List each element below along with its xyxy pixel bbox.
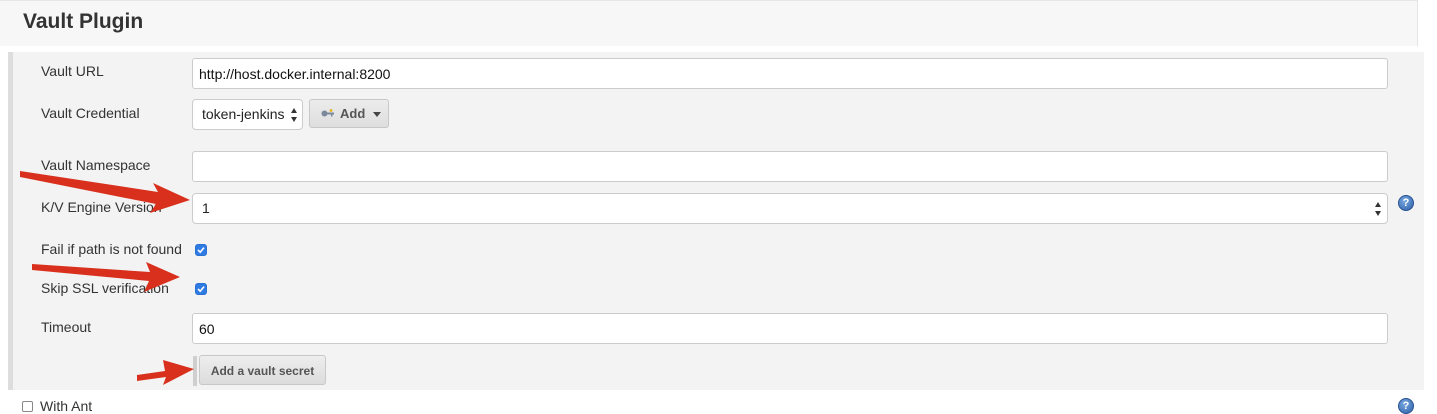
vault-namespace-input[interactable] (192, 151, 1388, 182)
vault-credential-selected: token-jenkins (202, 106, 285, 122)
add-credential-button[interactable]: Add (309, 99, 389, 128)
fail-if-not-found-checkbox[interactable] (195, 244, 207, 256)
skip-ssl-checkbox[interactable] (195, 283, 207, 295)
section-header: Vault Plugin (0, 0, 1418, 46)
section-title: Vault Plugin (23, 10, 144, 33)
check-icon (197, 247, 205, 254)
drag-handle (193, 356, 197, 386)
kv-engine-version-selected: 1 (202, 200, 210, 216)
help-icon[interactable]: ? (1398, 398, 1414, 414)
vault-credential-select[interactable]: token-jenkins (192, 99, 303, 130)
vault-credential-label: Vault Credential (41, 105, 140, 121)
timeout-input[interactable] (192, 313, 1388, 344)
vault-url-label: Vault URL (41, 63, 104, 79)
with-ant-checkbox[interactable] (22, 401, 33, 412)
kv-engine-version-label: K/V Engine Version (41, 199, 162, 215)
fail-if-not-found-label: Fail if path is not found (41, 241, 182, 257)
add-credential-label: Add (340, 106, 366, 121)
key-icon (321, 109, 334, 117)
chevron-down-icon (373, 112, 381, 117)
help-icon[interactable]: ? (1398, 195, 1414, 211)
check-icon (197, 286, 205, 293)
skip-ssl-label: Skip SSL verification (41, 280, 169, 296)
select-arrows-icon (291, 108, 298, 122)
select-arrows-icon (1375, 202, 1382, 216)
vault-url-input[interactable] (192, 58, 1388, 89)
with-ant-label: With Ant (40, 398, 93, 414)
vault-namespace-label: Vault Namespace (41, 157, 151, 173)
add-vault-secret-button[interactable]: Add a vault secret (199, 355, 326, 385)
timeout-label: Timeout (41, 319, 92, 335)
kv-engine-version-select[interactable]: 1 (192, 193, 1388, 224)
